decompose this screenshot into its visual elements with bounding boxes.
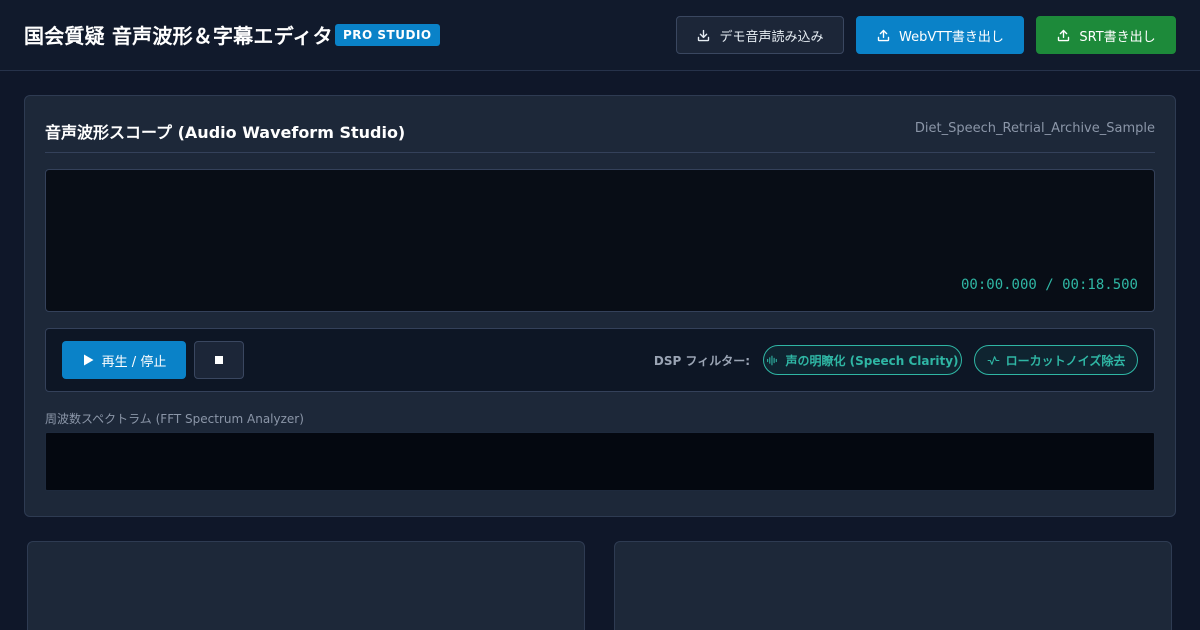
waveform-panel-title: 音声波形スコープ (Audio Waveform Studio) <box>45 123 406 142</box>
export-srt-label: SRT書き出し <box>1079 29 1156 45</box>
lower-left-panel <box>27 541 585 630</box>
lower-right-panel <box>614 541 1172 630</box>
load-demo-audio-label: デモ音声読み込み <box>719 29 824 45</box>
spectrum-analyzer-canvas <box>45 432 1155 491</box>
dsp-filter-label: DSP フィルター: <box>653 354 750 368</box>
audio-file-name: Diet_Speech_Retrial_Archive_Sample <box>914 121 1155 136</box>
app-title: 国会質疑 音声波形＆字幕エディタ <box>24 24 333 48</box>
transport-controls: 再生 / 停止 DSP フィルター: 声の明瞭化 (Speech Clarity… <box>45 328 1155 392</box>
load-demo-audio-button[interactable]: デモ音声読み込み <box>676 16 844 54</box>
app-header: 国会質疑 音声波形＆字幕エディタ PRO STUDIO デモ音声読み込み Web… <box>0 0 1200 71</box>
play-pause-button[interactable]: 再生 / 停止 <box>62 341 186 379</box>
upload-icon <box>1058 29 1070 41</box>
export-webvtt-label: WebVTT書き出し <box>899 29 1004 45</box>
activity-icon <box>987 355 1000 365</box>
upload-icon <box>877 29 890 41</box>
waveform-panel: 音声波形スコープ (Audio Waveform Studio) Diet_Sp… <box>24 95 1176 517</box>
low-cut-noise-label: ローカットノイズ除去 <box>1005 353 1126 368</box>
play-pause-label: 再生 / 停止 <box>101 354 167 370</box>
export-srt-button[interactable]: SRT書き出し <box>1036 16 1176 54</box>
speech-clarity-filter-button[interactable]: 声の明瞭化 (Speech Clarity) <box>763 345 962 375</box>
low-cut-noise-filter-button[interactable]: ローカットノイズ除去 <box>974 345 1138 375</box>
pro-badge: PRO STUDIO <box>335 24 440 46</box>
stop-icon <box>215 356 223 364</box>
panel-divider <box>45 152 1155 153</box>
export-webvtt-button[interactable]: WebVTT書き出し <box>856 16 1024 54</box>
speech-clarity-label: 声の明瞭化 (Speech Clarity) <box>785 353 959 368</box>
stop-button[interactable] <box>194 341 244 379</box>
spectrum-label: 周波数スペクトラム (FFT Spectrum Analyzer) <box>45 412 304 426</box>
play-icon <box>83 354 94 366</box>
download-icon <box>698 29 710 41</box>
audio-wave-icon <box>767 355 778 365</box>
playback-time-display: 00:00.000 / 00:18.500 <box>960 277 1138 293</box>
waveform-canvas[interactable]: 00:00.000 / 00:18.500 <box>45 169 1155 312</box>
